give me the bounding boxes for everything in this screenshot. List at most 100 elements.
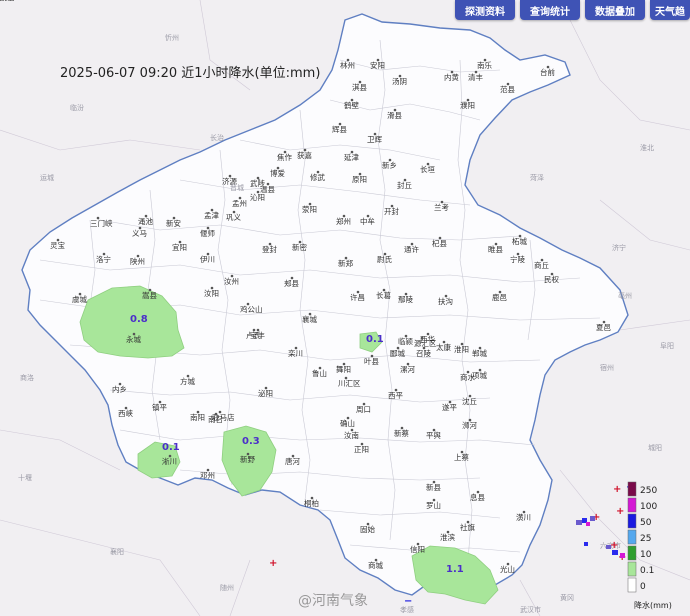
city-label: 新郑 — [338, 258, 353, 268]
city-42: 伊川 — [200, 252, 215, 264]
city-label: 西平 — [388, 391, 403, 400]
city-label: 源汇区 — [414, 339, 437, 348]
city-label: 新安 — [166, 218, 181, 228]
city-15: 封丘 — [397, 178, 412, 190]
city-label: 鹿邑 — [492, 292, 507, 302]
city-115: 潢川 — [516, 510, 531, 522]
legend-swatch-0 — [627, 481, 637, 497]
city-label: 孟州 — [232, 198, 247, 208]
city-73: 民权 — [544, 272, 559, 284]
city-84: 郾城 — [390, 346, 405, 358]
city-label: 固始 — [360, 524, 375, 534]
city-119: 新县 — [426, 480, 441, 492]
city-label: 新县 — [426, 482, 441, 492]
weather-trend-button[interactable]: 天气趋 — [650, 0, 690, 20]
city-3: 内黄 — [444, 70, 459, 82]
explore-data-button[interactable]: 探测资料 — [455, 0, 515, 20]
legend-swatch-4 — [627, 545, 637, 561]
city-9: 濮阳 — [460, 98, 475, 110]
city-65: 项城 — [472, 368, 487, 380]
city-label: 邓州 — [200, 471, 215, 480]
city-8: 淇县 — [352, 80, 367, 92]
city-label: 台前 — [540, 67, 555, 77]
city-label: 郏县 — [284, 278, 299, 288]
city-72: 商丘 — [534, 258, 549, 270]
city-114: 淮滨 — [440, 530, 455, 542]
city-92: 平舆 — [426, 428, 441, 440]
city-label: 封丘 — [397, 180, 412, 190]
city-label: 睢县 — [488, 244, 503, 254]
city-103: 内乡 — [112, 382, 127, 394]
city-56: 襄城 — [302, 312, 317, 324]
city-label: 内乡 — [112, 384, 127, 394]
city-label: 卢氏 — [246, 330, 261, 340]
city-48: 陕州 — [130, 254, 145, 266]
city-label: 伊川 — [200, 254, 215, 264]
city-0: 林州 — [340, 58, 355, 70]
city-116: 光山 — [500, 562, 515, 574]
city-label: 新蔡 — [394, 428, 409, 438]
city-4: 清丰 — [468, 70, 483, 82]
city-63: 淮阳 — [454, 342, 469, 354]
neighbor-label-17: 淮北 — [640, 143, 654, 152]
city-label: 尉氏 — [377, 254, 392, 264]
city-label: 遂平 — [442, 402, 457, 412]
legend-label-1: 100 — [640, 502, 657, 512]
neighbor-label-4: 菏泽 — [530, 173, 544, 182]
city-label: 修武 — [310, 172, 325, 182]
city-1: 安阳 — [370, 58, 385, 70]
city-label: 陕州 — [130, 256, 145, 266]
precipitation-map[interactable]: 0.8 0.1 0.3 0.1 1.1 林州 安阳汤阴 内黄 清丰 南乐台前鹤壁 淇县濮阳… — [0, 0, 690, 616]
city-label: 正阳 — [354, 445, 369, 454]
city-label: 洛宁 — [96, 254, 111, 264]
city-label: 延津 — [344, 152, 359, 162]
city-label: 嵩县 — [142, 291, 157, 300]
city-82: 漯河 — [400, 362, 415, 374]
city-label: 南阳 — [190, 412, 205, 422]
city-label: 桐柏 — [304, 498, 319, 508]
city-110: 社旗 — [460, 520, 475, 532]
city-label: 太康 — [436, 342, 451, 352]
city-label: 温县 — [260, 185, 275, 194]
neighbor-label-13: 黄冈 — [560, 593, 574, 602]
neighbor-label-15: 武汉市 — [520, 605, 541, 614]
city-13: 辉县 — [332, 122, 347, 134]
city-label: 南召 — [208, 414, 223, 424]
city-label: 潢川 — [516, 512, 531, 522]
city-2: 汤阴 — [392, 74, 407, 86]
city-76: 永城 — [126, 332, 141, 344]
city-28: 孟津 — [204, 208, 219, 220]
city-label: 新乡 — [382, 160, 397, 170]
city-68: 鹿邑 — [492, 290, 507, 302]
precipitation-legend: 250 100 50 25 10 0.1 0 降水(mm) — [627, 481, 672, 610]
city-94: 汝南 — [344, 428, 359, 440]
query-stats-button[interactable]: 查询统计 — [520, 0, 580, 20]
svg-text:+: + — [616, 506, 624, 517]
city-label: 浉河 — [462, 421, 477, 430]
neighbor-label-2: 晋城 — [230, 184, 244, 192]
city-121: 浉河 — [462, 418, 477, 430]
city-117: 商城 — [368, 558, 383, 570]
city-label: 汝州 — [224, 276, 239, 286]
city-label: 清丰 — [468, 72, 483, 82]
data-overlay-button[interactable]: 数据叠加 — [585, 0, 645, 20]
city-label: 获嘉 — [297, 150, 312, 160]
legend-label-0: 250 — [640, 486, 657, 496]
city-44: 新安 — [166, 216, 181, 228]
city-107: 新野 — [240, 452, 255, 464]
city-label: 息县 — [470, 492, 485, 502]
neighbor-label-5: 济宁 — [612, 243, 626, 252]
city-label: 宁陵 — [510, 254, 525, 264]
city-34: 开封 — [384, 204, 399, 216]
city-43: 宜阳 — [172, 240, 187, 252]
neighbor-label-16: 城阳 — [648, 443, 662, 452]
legend-label-2: 50 — [640, 518, 652, 528]
city-19: 原阳 — [352, 172, 367, 184]
city-label: 唐河 — [285, 456, 300, 466]
legend-swatch-3 — [627, 529, 637, 545]
city-label: 项城 — [472, 371, 487, 380]
city-label: 临颍 — [398, 336, 413, 346]
city-71: 宁陵 — [510, 252, 525, 264]
city-label: 确山 — [340, 418, 355, 428]
neighbor-label-8: 阜阳 — [660, 341, 674, 350]
